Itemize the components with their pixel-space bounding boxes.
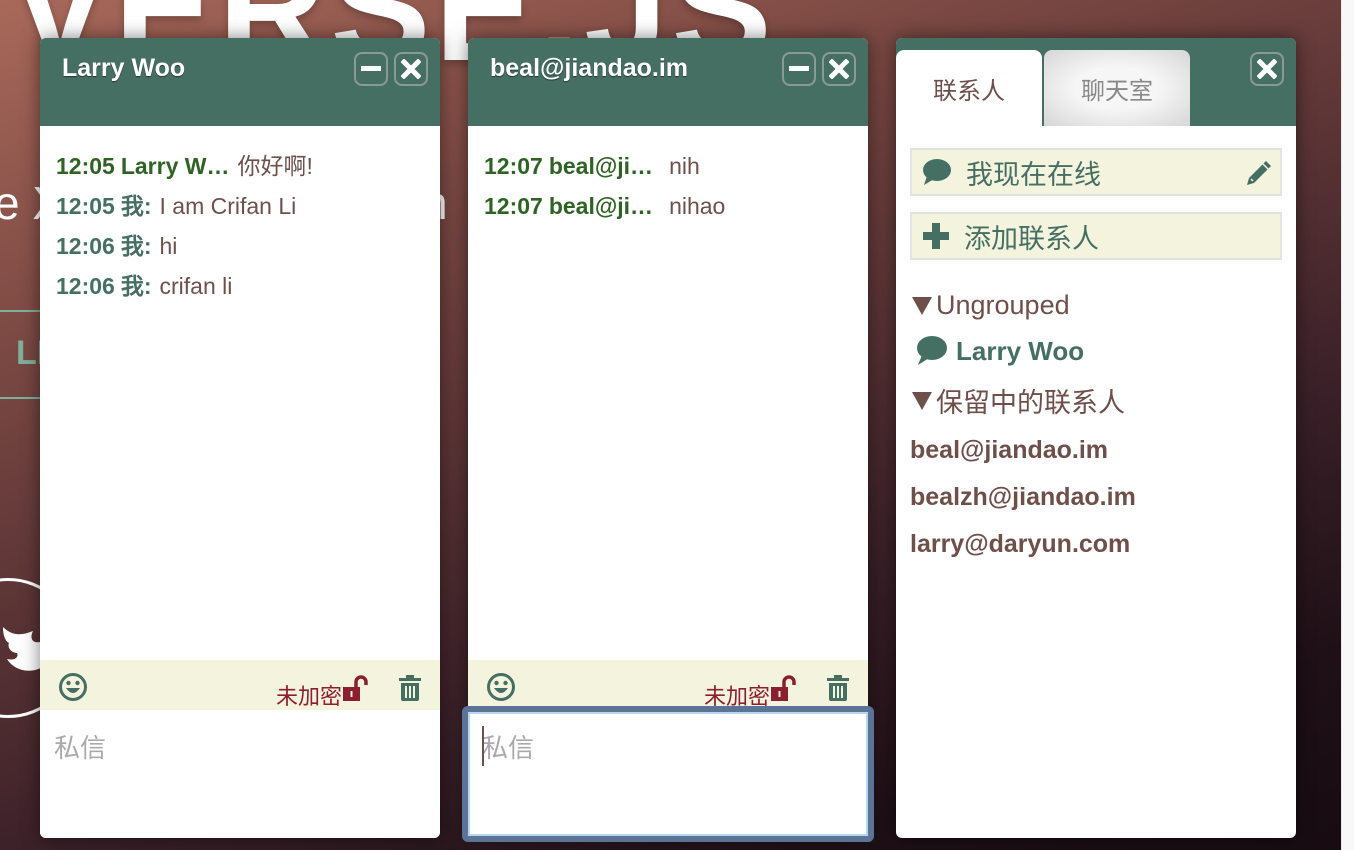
unlock-icon bbox=[771, 675, 796, 701]
otr-lock-button[interactable] bbox=[342, 675, 370, 708]
group-name: 保留中的联系人 bbox=[936, 388, 1125, 418]
trash-icon bbox=[827, 675, 849, 701]
tab-contacts[interactable]: 联系人 bbox=[896, 50, 1042, 126]
emoji-button[interactable] bbox=[486, 672, 516, 707]
chat-messages: 12:05 Larry W… 你好啊! 12:05 我: I am Crifan… bbox=[40, 126, 440, 660]
message-body: I am Crifan Li bbox=[159, 193, 297, 219]
chatbox-header[interactable]: Larry Woo bbox=[40, 38, 440, 126]
controlbox-header: 联系人 聊天室 bbox=[896, 38, 1296, 126]
otr-status-label[interactable]: 未加密 bbox=[276, 679, 342, 711]
message-time: 12:06 bbox=[56, 273, 115, 299]
add-contact-button[interactable]: 添加联系人 bbox=[910, 212, 1282, 260]
message-sender: 我: bbox=[120, 273, 152, 299]
chat-bubble-icon bbox=[923, 159, 951, 185]
close-icon bbox=[829, 59, 849, 79]
group-toggle-ungrouped[interactable]: Ungrouped bbox=[910, 290, 1282, 321]
close-button[interactable] bbox=[1250, 52, 1284, 86]
chatbox-larry-woo: Larry Woo 12:05 Larry W… 你好啊! 12:05 我: I… bbox=[40, 38, 440, 838]
chatbox-header[interactable]: beal@jiandao.im bbox=[468, 38, 868, 126]
message-body: 你好啊! bbox=[237, 153, 313, 179]
message-time: 12:05 bbox=[56, 153, 115, 179]
pencil-icon bbox=[1247, 161, 1271, 185]
group-name: Ungrouped bbox=[936, 290, 1070, 320]
contact-item[interactable]: bealzh@jiandao.im bbox=[910, 483, 1282, 512]
minus-icon bbox=[789, 66, 809, 71]
message-sender: 我: bbox=[120, 193, 152, 219]
unlock-icon bbox=[343, 675, 368, 701]
message-body: crifan li bbox=[159, 273, 233, 299]
tab-chatrooms[interactable]: 聊天室 bbox=[1044, 50, 1190, 126]
minimize-button[interactable] bbox=[782, 52, 816, 86]
status-label: 我现在在线 bbox=[966, 159, 1101, 190]
otr-lock-button[interactable] bbox=[770, 675, 798, 708]
text-caret bbox=[482, 726, 484, 766]
message-time: 12:07 bbox=[484, 193, 543, 219]
chat-message: 12:05 我: I am Crifan Li bbox=[56, 186, 424, 226]
controlbox: 联系人 聊天室 我现在在线 添加联系人 Ungrouped Larry Woo … bbox=[896, 38, 1296, 838]
chat-message: 12:07 beal@ji… nihao bbox=[484, 186, 852, 226]
chat-toolbar: 未加密 bbox=[40, 660, 440, 710]
smiley-icon bbox=[487, 673, 515, 701]
message-sender: beal@ji… bbox=[548, 153, 654, 179]
close-button[interactable] bbox=[822, 52, 856, 86]
message-sender: Larry W… bbox=[120, 153, 230, 179]
message-body: nihao bbox=[669, 193, 726, 219]
contact-item[interactable]: larry@daryun.com bbox=[910, 530, 1282, 559]
clear-messages-button[interactable] bbox=[826, 674, 850, 707]
close-button[interactable] bbox=[394, 52, 428, 86]
contact-item[interactable]: Larry Woo bbox=[914, 335, 1282, 367]
twitter-icon bbox=[3, 627, 43, 671]
chat-messages: 12:07 beal@ji… nih 12:07 beal@ji… nihao bbox=[468, 126, 868, 660]
clear-messages-button[interactable] bbox=[398, 674, 422, 707]
message-sender: beal@ji… bbox=[548, 193, 654, 219]
caret-down-icon bbox=[912, 296, 932, 315]
smiley-icon bbox=[59, 673, 87, 701]
contact-item[interactable]: beal@jiandao.im bbox=[910, 436, 1282, 465]
emoji-button[interactable] bbox=[58, 672, 88, 707]
close-icon bbox=[401, 59, 421, 79]
message-time: 12:05 bbox=[56, 193, 115, 219]
caret-down-icon bbox=[912, 391, 932, 410]
contacts-panel: 我现在在线 添加联系人 Ungrouped Larry Woo 保留中的联系人 … bbox=[896, 126, 1296, 581]
chat-message: 12:07 beal@ji… nih bbox=[484, 146, 852, 186]
page-scrollbar-gutter bbox=[1341, 0, 1354, 850]
message-body: nih bbox=[669, 153, 700, 179]
edit-status-button[interactable] bbox=[1244, 158, 1274, 193]
chatbox-beal-jiandao: beal@jiandao.im 12:07 beal@ji… nih 12:07… bbox=[468, 38, 868, 838]
minimize-button[interactable] bbox=[354, 52, 388, 86]
contact-name: Larry Woo bbox=[956, 335, 1085, 366]
chat-message: 12:06 我: crifan li bbox=[56, 266, 424, 306]
trash-icon bbox=[399, 675, 421, 701]
chat-bubble-icon bbox=[917, 336, 947, 365]
chat-message-input[interactable] bbox=[40, 710, 440, 838]
close-icon bbox=[1257, 59, 1277, 79]
otr-status-label[interactable]: 未加密 bbox=[704, 679, 770, 711]
minus-icon bbox=[361, 66, 381, 71]
group-toggle-pending[interactable]: 保留中的联系人 bbox=[910, 381, 1282, 420]
chat-message: 12:06 我: hi bbox=[56, 226, 424, 266]
chat-message-input[interactable] bbox=[468, 710, 868, 838]
chat-toolbar: 未加密 bbox=[468, 660, 868, 710]
plus-icon bbox=[923, 223, 949, 249]
message-time: 12:06 bbox=[56, 233, 115, 259]
message-sender: 我: bbox=[120, 233, 152, 259]
add-contact-label: 添加联系人 bbox=[964, 223, 1099, 254]
status-selector[interactable]: 我现在在线 bbox=[910, 148, 1282, 196]
message-body: hi bbox=[159, 233, 178, 259]
chat-message: 12:05 Larry W… 你好啊! bbox=[56, 146, 424, 186]
message-time: 12:07 bbox=[484, 153, 543, 179]
